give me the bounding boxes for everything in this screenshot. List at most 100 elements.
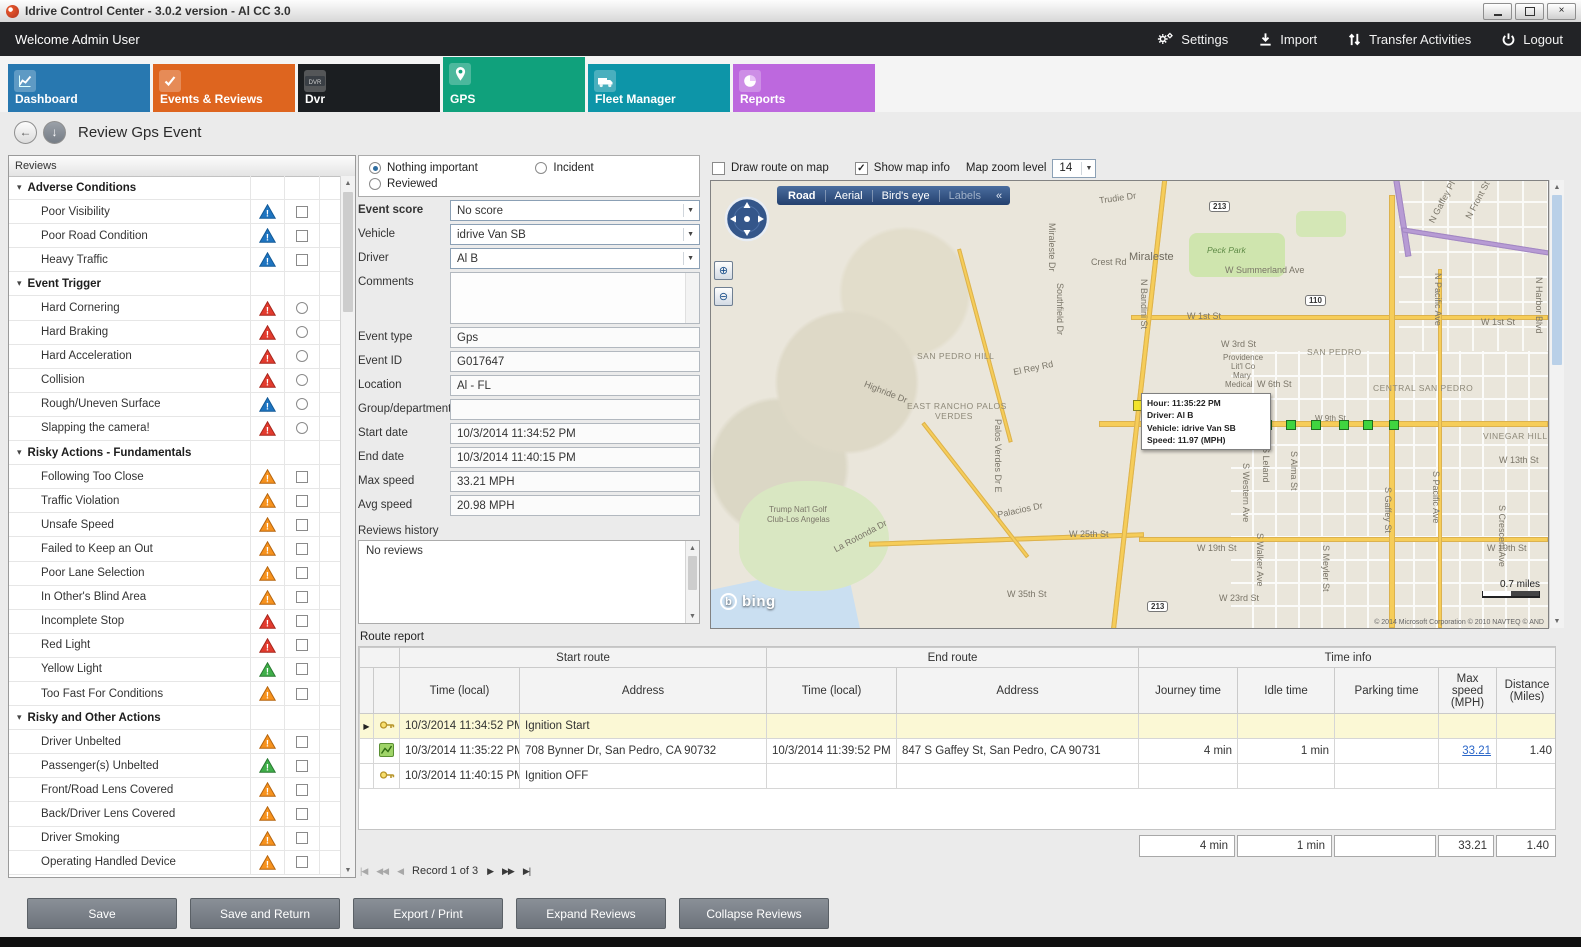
prev-record-icon[interactable]: ◀ [397, 866, 403, 877]
map[interactable]: Trudie Dr213N Gaffey PlN Front StPeck Pa… [710, 180, 1549, 629]
event-score-select[interactable]: No score▼ [450, 200, 700, 221]
review-group[interactable]: ▾Risky and Other Actions [9, 706, 340, 730]
row-expander[interactable] [360, 764, 374, 789]
review-item[interactable]: Yellow Light! [9, 658, 340, 682]
save-and-return-button[interactable]: Save and Return [190, 898, 340, 929]
review-checkbox[interactable] [296, 519, 308, 531]
review-item[interactable]: Hard Braking! [9, 321, 340, 345]
review-checkbox[interactable] [296, 254, 308, 266]
scroll-down-arrow-icon[interactable]: ▼ [341, 863, 355, 877]
reviews-history-scrollbar[interactable]: ▲ ▼ [685, 541, 699, 623]
tab-reports[interactable]: Reports [733, 64, 875, 112]
tab-dashboard[interactable]: Dashboard [8, 64, 150, 112]
review-item[interactable]: Incomplete Stop! [9, 610, 340, 634]
review-checkbox[interactable] [296, 495, 308, 507]
export-print-button[interactable]: Export / Print [353, 898, 503, 929]
route-point-marker[interactable] [1363, 420, 1373, 430]
review-checkbox[interactable] [296, 543, 308, 555]
zoom-in-button[interactable]: ⊕ [714, 261, 733, 280]
expand-reviews-button[interactable]: Expand Reviews [516, 898, 666, 929]
review-item[interactable]: Poor Road Condition! [9, 224, 340, 248]
status-radio[interactable] [369, 178, 381, 190]
review-item[interactable]: Hard Cornering! [9, 296, 340, 320]
scroll-down-arrow-icon[interactable]: ▼ [1550, 614, 1564, 628]
review-checkbox[interactable] [296, 688, 308, 700]
back-button[interactable]: ← [14, 121, 37, 144]
review-item[interactable]: Front/Road Lens Covered! [9, 778, 340, 802]
column-header[interactable]: Address [897, 668, 1139, 714]
status-option[interactable]: Reviewed [369, 178, 535, 190]
map-view-road[interactable]: Road [779, 190, 826, 202]
review-radio[interactable] [296, 398, 308, 410]
review-item[interactable]: Hard Acceleration! [9, 345, 340, 369]
scrollbar-thumb[interactable] [688, 556, 697, 590]
review-item[interactable]: Poor Lane Selection! [9, 562, 340, 586]
scroll-up-arrow-icon[interactable]: ▲ [1550, 180, 1564, 194]
transfer-action[interactable]: Transfer Activities [1347, 32, 1471, 47]
review-checkbox[interactable] [296, 567, 308, 579]
scroll-up-arrow-icon[interactable]: ▲ [686, 541, 699, 555]
review-radio[interactable] [296, 422, 308, 434]
import-action[interactable]: Import [1258, 32, 1317, 47]
table-row[interactable]: ▶10/3/2014 11:34:52 PMIgnition Start [360, 714, 1557, 739]
scroll-up-arrow-icon[interactable]: ▲ [341, 176, 355, 190]
reviews-scrollbar[interactable]: ▲ ▼ [340, 176, 355, 877]
scrollbar-thumb[interactable] [343, 192, 353, 312]
maximize-button[interactable] [1515, 3, 1544, 20]
review-checkbox[interactable] [296, 591, 308, 603]
review-item[interactable]: Heavy Traffic! [9, 248, 340, 272]
review-radio[interactable] [296, 302, 308, 314]
status-option[interactable]: Incident [535, 162, 689, 174]
next-record-icon[interactable]: ▶ [487, 866, 493, 877]
route-point-marker[interactable] [1286, 420, 1296, 430]
row-expander[interactable] [360, 739, 374, 764]
review-radio[interactable] [296, 374, 308, 386]
map-view-aerial[interactable]: Aerial [826, 190, 873, 202]
fast-next-icon[interactable]: ▶▶ [502, 866, 514, 877]
minimize-button[interactable] [1483, 3, 1512, 20]
review-checkbox[interactable] [296, 230, 308, 242]
route-point-marker[interactable] [1339, 420, 1349, 430]
tab-dvr[interactable]: DVRDvr [298, 64, 440, 112]
review-group[interactable]: ▾Risky Actions - Fundamentals [9, 441, 340, 465]
review-item[interactable]: Red Light! [9, 634, 340, 658]
location-field[interactable]: Al - FL [450, 375, 700, 396]
draw-route-checkbox[interactable] [712, 162, 725, 175]
table-row[interactable]: 10/3/2014 11:40:15 PMIgnition OFF [360, 764, 1557, 789]
driver-select[interactable]: Al B▼ [450, 248, 700, 269]
route-point-marker[interactable] [1311, 420, 1321, 430]
review-checkbox[interactable] [296, 615, 308, 627]
review-item[interactable]: Poor Visibility! [9, 200, 340, 224]
fast-prev-icon[interactable]: ◀◀ [376, 866, 388, 877]
event-type-field[interactable]: Gps [450, 327, 700, 348]
scroll-down-button[interactable]: ↓ [43, 121, 66, 144]
power-action[interactable]: Logout [1501, 32, 1563, 47]
column-header[interactable]: Journey time [1139, 668, 1238, 714]
review-item[interactable]: Failed to Keep an Out! [9, 537, 340, 561]
show-map-info-checkbox[interactable] [855, 162, 868, 175]
review-checkbox[interactable] [296, 639, 308, 651]
review-group[interactable]: ▾Event Trigger [9, 272, 340, 296]
start-date-field[interactable]: 10/3/2014 11:34:52 PM [450, 423, 700, 444]
end-date-field[interactable]: 10/3/2014 11:40:15 PM [450, 447, 700, 468]
map-area-scrollbar[interactable]: ▲ ▼ [1549, 180, 1564, 628]
close-button[interactable]: × [1547, 3, 1576, 20]
column-header[interactable]: Max speed (MPH) [1439, 668, 1497, 714]
review-checkbox[interactable] [296, 471, 308, 483]
event-id-field[interactable]: G017647 [450, 351, 700, 372]
map-view-labels[interactable]: Labels [940, 190, 990, 202]
last-record-icon[interactable]: ▶| [523, 866, 530, 877]
scroll-down-arrow-icon[interactable]: ▼ [686, 609, 699, 623]
column-header[interactable]: Address [520, 668, 767, 714]
review-item[interactable]: Collision! [9, 369, 340, 393]
group-department-field[interactable] [450, 399, 700, 420]
comments-textarea[interactable] [450, 272, 700, 324]
collapse-reviews-button[interactable]: Collapse Reviews [679, 898, 829, 929]
collapse-bar-icon[interactable]: « [990, 190, 1008, 202]
review-item[interactable]: Following Too Close! [9, 465, 340, 489]
map-view-bird-s-eye[interactable]: Bird's eye [873, 190, 940, 202]
review-checkbox[interactable] [296, 856, 308, 868]
review-item[interactable]: Unsafe Speed! [9, 513, 340, 537]
review-checkbox[interactable] [296, 206, 308, 218]
review-checkbox[interactable] [296, 760, 308, 772]
